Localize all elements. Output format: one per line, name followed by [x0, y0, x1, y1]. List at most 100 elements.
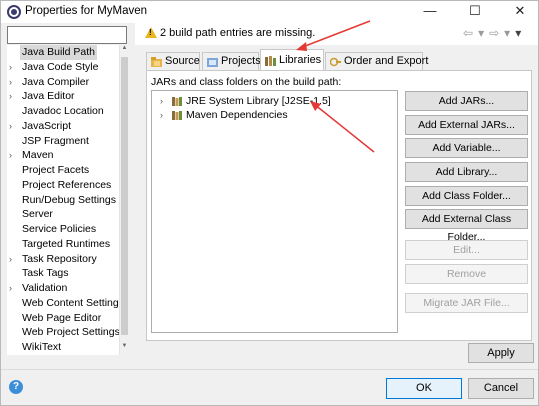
- cancel-button[interactable]: Cancel: [468, 378, 534, 399]
- expand-arrow-icon[interactable]: ›: [9, 75, 19, 90]
- sidebar-item-label: JavaScript: [22, 119, 72, 132]
- navigation-icons: ⇦ ▾ ⇨ ▾ ▾: [463, 26, 526, 40]
- sidebar-item-label: Java Code Style: [22, 60, 99, 73]
- back-icon[interactable]: ⇦: [463, 26, 473, 40]
- tab-projects-label: Projects: [221, 55, 261, 67]
- property-page-tree: Java Build Path › Java Code Style › Java Com…: [7, 45, 127, 355]
- sidebar-item-label: Java Editor: [22, 90, 75, 103]
- sidebar-item[interactable]: Task Tags: [7, 266, 119, 281]
- sidebar-item[interactable]: Java Build Path: [7, 45, 119, 60]
- sidebar-item-label: Web Project Settings: [22, 326, 120, 339]
- panel-label: JARs and class folders on the build path…: [151, 76, 342, 88]
- tab-projects[interactable]: Projects: [202, 52, 261, 71]
- scrollbar-thumb[interactable]: [121, 57, 128, 335]
- ok-button[interactable]: OK: [386, 378, 462, 399]
- expand-arrow-icon[interactable]: ›: [160, 108, 163, 123]
- sidebar-item-label: Targeted Runtimes: [22, 237, 111, 250]
- sidebar-item[interactable]: Javadoc Location: [7, 104, 119, 119]
- migrate-jar-button[interactable]: Migrate JAR File...: [405, 293, 528, 313]
- help-icon[interactable]: ?: [9, 380, 23, 394]
- add-library-button[interactable]: Add Library...: [405, 162, 528, 182]
- sidebar-item[interactable]: › Java Code Style: [7, 60, 119, 75]
- add-class-folder-button[interactable]: Add Class Folder...: [405, 186, 528, 206]
- expand-arrow-icon[interactable]: ›: [9, 60, 19, 75]
- sidebar-item[interactable]: Server: [7, 207, 119, 222]
- tab-source[interactable]: Source: [146, 52, 200, 71]
- library-icon: [172, 111, 182, 120]
- tab-libraries[interactable]: Libraries: [260, 49, 324, 71]
- sidebar-item[interactable]: › Task Repository: [7, 252, 119, 267]
- expand-arrow-icon[interactable]: ›: [9, 89, 19, 104]
- close-button[interactable]: ✕: [505, 1, 535, 23]
- tree-entry-label: Maven Dependencies: [186, 109, 288, 121]
- window-title: Properties for MyMaven: [25, 5, 148, 17]
- sidebar-item-label: Java Compiler: [22, 75, 90, 88]
- sidebar-item-label: Project Facets: [22, 164, 90, 176]
- add-variable-button[interactable]: Add Variable...: [405, 138, 528, 158]
- sidebar-item[interactable]: Targeted Runtimes: [7, 237, 119, 252]
- tab-order-export[interactable]: Order and Export: [325, 52, 428, 71]
- expand-arrow-icon[interactable]: ›: [160, 94, 163, 109]
- sidebar-item-label: WikiText: [22, 341, 62, 353]
- projects-icon: [207, 58, 218, 67]
- order-export-icon: [330, 57, 341, 67]
- tab-order-export-label: Order and Export: [344, 55, 429, 67]
- sidebar-item[interactable]: WikiText: [7, 340, 119, 355]
- filter-input[interactable]: [7, 26, 127, 44]
- build-path-tree: › JRE System Library [J2SE-1.5] › Maven …: [151, 90, 398, 333]
- back-menu-icon[interactable]: ▾: [478, 26, 484, 40]
- sidebar-item[interactable]: Service Policies: [7, 222, 119, 237]
- sidebar-item[interactable]: Web Content Settings: [7, 296, 124, 311]
- add-jars-button[interactable]: Add JARs...: [405, 91, 528, 111]
- expand-arrow-icon[interactable]: ›: [9, 148, 19, 163]
- libraries-icon: [265, 56, 276, 66]
- sidebar-item[interactable]: Web Page Editor: [7, 311, 119, 326]
- eclipse-icon: [7, 5, 21, 19]
- add-external-jars-button[interactable]: Add External JARs...: [405, 115, 528, 135]
- sidebar-item[interactable]: Project References: [7, 178, 119, 193]
- sidebar-item-label: Validation: [22, 282, 68, 294]
- view-menu-icon[interactable]: ▾: [515, 26, 521, 40]
- apply-button[interactable]: Apply: [468, 343, 534, 363]
- sidebar-item[interactable]: Project Facets: [7, 163, 119, 178]
- sidebar-item-label: Server: [22, 208, 53, 221]
- sidebar-item-label: Service Policies: [22, 223, 97, 235]
- expand-arrow-icon[interactable]: ›: [9, 119, 19, 134]
- maximize-button[interactable]: ☐: [460, 1, 490, 23]
- sidebar-item-label: Java Build Path: [20, 45, 97, 60]
- expand-arrow-icon[interactable]: ›: [9, 252, 19, 267]
- sidebar-item[interactable]: Run/Debug Settings: [7, 193, 119, 208]
- edit-button[interactable]: Edit...: [405, 240, 528, 260]
- sidebar-item-label: Project References: [22, 178, 112, 191]
- scroll-up-icon[interactable]: ▲: [120, 45, 129, 55]
- page-header: ! 2 build path entries are missing. ⇦ ▾ ⇨ ▾…: [135, 23, 538, 45]
- scroll-down-icon[interactable]: ▼: [120, 343, 129, 353]
- sidebar-item[interactable]: JSP Fragment: [7, 134, 119, 149]
- sidebar-item[interactable]: › Java Editor: [7, 89, 119, 104]
- sidebar-item-label: Task Repository: [22, 252, 97, 265]
- tree-scrollbar[interactable]: ▲ ▼: [119, 45, 128, 355]
- expand-arrow-icon[interactable]: ›: [9, 281, 19, 296]
- forward-menu-icon[interactable]: ▾: [504, 26, 510, 40]
- add-external-class-folder-button[interactable]: Add External Class Folder...: [405, 209, 528, 243]
- warning-mark: !: [149, 28, 152, 37]
- remove-button[interactable]: Remove: [405, 264, 528, 284]
- sidebar-item-label: Run/Debug Settings: [22, 193, 116, 206]
- sidebar-item[interactable]: Web Project Settings: [7, 325, 120, 340]
- header-message: 2 build path entries are missing.: [160, 27, 316, 39]
- properties-window: Properties for MyMaven — ☐ ✕ Java Build …: [0, 0, 539, 406]
- forward-icon[interactable]: ⇨: [489, 26, 499, 40]
- title-bar: Properties for MyMaven — ☐ ✕: [1, 1, 538, 23]
- sidebar-item[interactable]: › Maven: [7, 148, 119, 163]
- footer-divider: [1, 369, 538, 370]
- sidebar-item-label: Web Content Settings: [22, 296, 124, 309]
- sidebar-item[interactable]: › Validation: [7, 281, 119, 296]
- sidebar-item-label: JSP Fragment: [22, 134, 89, 147]
- tree-entry-label: JRE System Library [J2SE-1.5]: [186, 95, 331, 107]
- sidebar-item-label: Javadoc Location: [22, 105, 104, 117]
- sidebar-item-label: Web Page Editor: [22, 311, 102, 324]
- library-icon: [172, 97, 182, 106]
- sidebar-item[interactable]: › JavaScript: [7, 119, 119, 134]
- sidebar-item[interactable]: › Java Compiler: [7, 75, 119, 90]
- minimize-button[interactable]: —: [415, 1, 445, 23]
